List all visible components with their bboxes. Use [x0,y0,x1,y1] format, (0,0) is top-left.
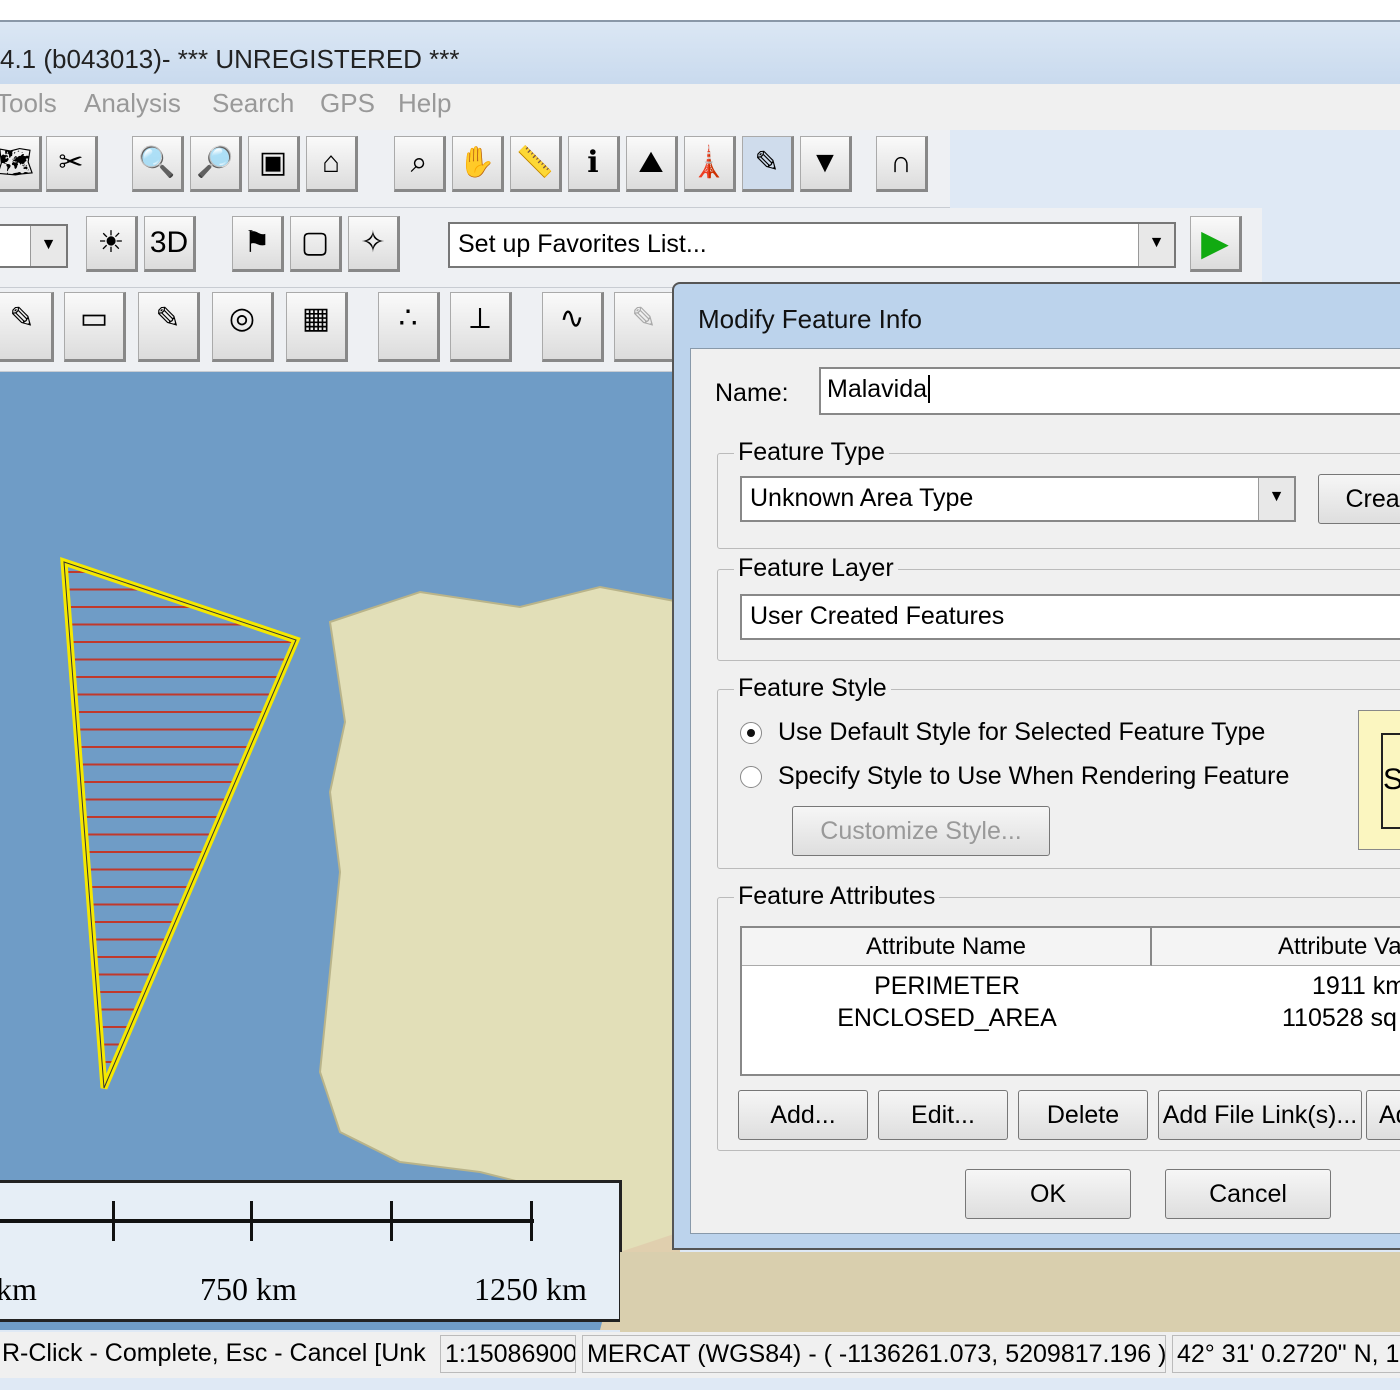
more-button[interactable]: Ad [1366,1090,1400,1140]
chevron-down-icon: ▼ [30,226,66,266]
status-latlon: 42° 31' 0.2720" N, 1 [1172,1335,1400,1373]
chevron-down-icon: ▼ [1258,478,1294,520]
3d-view-icon[interactable]: 3D [144,216,196,272]
table-cell: ENCLOSED_AREA [837,1004,1057,1032]
tower-icon[interactable]: 🗼 [684,136,736,192]
cancel-button[interactable]: Cancel [1165,1169,1331,1219]
favorites-combo[interactable]: Set up Favorites List... ▼ [448,222,1176,268]
ok-button[interactable]: OK [965,1169,1131,1219]
name-label: Name: [715,379,789,407]
scale-label: km [0,1271,37,1307]
feature-type-group: Feature Type Unknown Area Type ▼ Create [717,438,1400,549]
modify-feature-dialog: Modify Feature Info Name: Malavida Featu… [672,282,1400,1250]
toolbar-row-2: ▼ ☀ 3D ⚑ ▢ ✧ Set up Favorites List... ▼ ▶ [0,208,1262,288]
layers-icon[interactable]: 🗺 [0,136,42,192]
toolbar-row-1: 🗺 ✂ 🔍 🔎 ▣ ⌂ ⌕ ✋ 📏 ℹ ⛰ 🗼 ✎ ▼ ∩ [0,130,950,208]
edit-button[interactable]: Edit... [878,1090,1008,1140]
scale-label: 1250 km [474,1271,587,1307]
path-profile-icon[interactable]: ⛰ [626,136,678,192]
feature-polygon[interactable] [60,556,301,1090]
feature-style-group: Feature Style Use Default Style for Sele… [717,674,1400,869]
sample-text: Sa [1381,733,1400,829]
draw-circle-icon[interactable]: ◎ [212,292,274,362]
radio-specify-style[interactable] [740,766,762,788]
radio-specify-label[interactable]: Specify Style to Use When Rendering Feat… [778,762,1289,791]
radio-default-style[interactable] [740,722,762,744]
status-hint: R-Click - Complete, Esc - Cancel [Unk [2,1339,426,1367]
column-header[interactable]: Attribute Name [742,928,1152,966]
feature-style-label: Feature Style [734,674,891,703]
draw-line-icon[interactable]: ⟂ [450,292,512,362]
dropdown-tool-icon[interactable]: ▼ [800,136,852,192]
home-icon[interactable]: ⌂ [306,136,358,192]
feature-attributes-label: Feature Attributes [734,882,940,911]
info-icon[interactable]: ℹ [568,136,620,192]
dialog-body: Name: Malavida Feature Type Unknown Area… [690,348,1400,1234]
style-sample: Sa [1358,710,1400,850]
feature-layer-group: Feature Layer User Created Features [717,554,1400,661]
toolbar-row-3: ✎ ▭ ✎ ◎ ▦ ∴ ⟂ ∿ ✎ [0,288,680,372]
tools-icon[interactable]: ✂ [46,136,98,192]
customize-style-button: Customize Style... [792,806,1050,856]
delete-button[interactable]: Delete [1018,1090,1148,1140]
map-view[interactable]: km 750 km 1250 km [0,372,680,1330]
pan-icon[interactable]: ✋ [452,136,504,192]
column-header[interactable]: Attribute Va [1152,928,1400,966]
draw-area-icon[interactable]: ✎ [0,292,54,362]
menu-bar: Tools Analysis Search GPS Help [0,84,1400,130]
feature-attributes-group: Feature Attributes Attribute Name Attrib… [717,882,1400,1151]
table-cell: 1911 km [1312,972,1400,1000]
zoom-extent-icon[interactable]: ▣ [248,136,300,192]
scale-label: 750 km [200,1271,297,1307]
window-title: 4.1 (b043013)- *** UNREGISTERED *** [0,44,460,74]
feature-layer-value: User Created Features [750,602,1005,630]
shader-icon[interactable]: ☀ [86,216,138,272]
feature-type-label: Feature Type [734,438,889,467]
draw-grid-icon[interactable]: ▦ [286,292,348,362]
draw-path-icon[interactable]: ∿ [542,292,604,362]
layer-combo[interactable]: ▼ [0,224,68,268]
draw-contour-icon[interactable]: ✎ [138,292,200,362]
feature-type-value: Unknown Area Type [750,484,974,512]
status-scale: 1:15086900 [440,1335,576,1373]
feature-layer-select[interactable]: User Created Features [740,594,1400,640]
attributes-table[interactable]: Attribute Name Attribute Va PERIMETER 19… [740,926,1400,1076]
name-value: Malavida [827,375,928,403]
add-file-links-button[interactable]: Add File Link(s)... [1158,1090,1362,1140]
table-cell: 110528 sq k [1282,1004,1400,1032]
title-bar: 4.1 (b043013)- *** UNREGISTERED *** [0,22,1400,84]
digitizer-icon[interactable]: ✎ [742,136,794,192]
measure-icon[interactable]: 📏 [510,136,562,192]
binoculars-icon[interactable]: ∩ [876,136,928,192]
table-cell: PERIMETER [874,972,1020,1000]
name-input[interactable]: Malavida [819,367,1400,415]
menu-tools[interactable]: Tools [0,88,57,119]
draw-points-icon[interactable]: ∴ [378,292,440,362]
scale-bar: km 750 km 1250 km [0,1180,622,1322]
menu-gps[interactable]: GPS [320,88,375,119]
dialog-title: Modify Feature Info [698,304,922,334]
draw-rectangle-icon[interactable]: ▭ [64,292,126,362]
radio-default-label[interactable]: Use Default Style for Selected Feature T… [778,718,1265,747]
feature-type-select[interactable]: Unknown Area Type ▼ [740,476,1296,522]
play-icon[interactable]: ▶ [1190,216,1242,272]
add-button[interactable]: Add... [738,1090,868,1140]
status-bar: R-Click - Complete, Esc - Cancel [Unk 1:… [0,1332,1400,1378]
status-projection: MERCAT (WGS84) - ( -1136261.073, 5209817… [582,1335,1166,1373]
chevron-down-icon: ▼ [1138,224,1174,266]
menu-help[interactable]: Help [398,88,451,119]
create-button[interactable]: Create [1318,474,1400,524]
zoom-in-icon[interactable]: 🔍 [132,136,184,192]
device-icon[interactable]: ▢ [290,216,342,272]
favorites-text: Set up Favorites List... [458,230,707,258]
menu-analysis[interactable]: Analysis [84,88,181,119]
disabled-tool-icon: ✎ [614,292,676,362]
zoom-tool-icon[interactable]: ⌕ [394,136,446,192]
map-land-strip [620,1252,1400,1332]
menu-search[interactable]: Search [212,88,294,119]
sparkle-icon[interactable]: ✧ [348,216,400,272]
zoom-out-icon[interactable]: 🔎 [190,136,242,192]
feature-layer-label: Feature Layer [734,554,898,583]
flag-icon[interactable]: ⚑ [232,216,284,272]
